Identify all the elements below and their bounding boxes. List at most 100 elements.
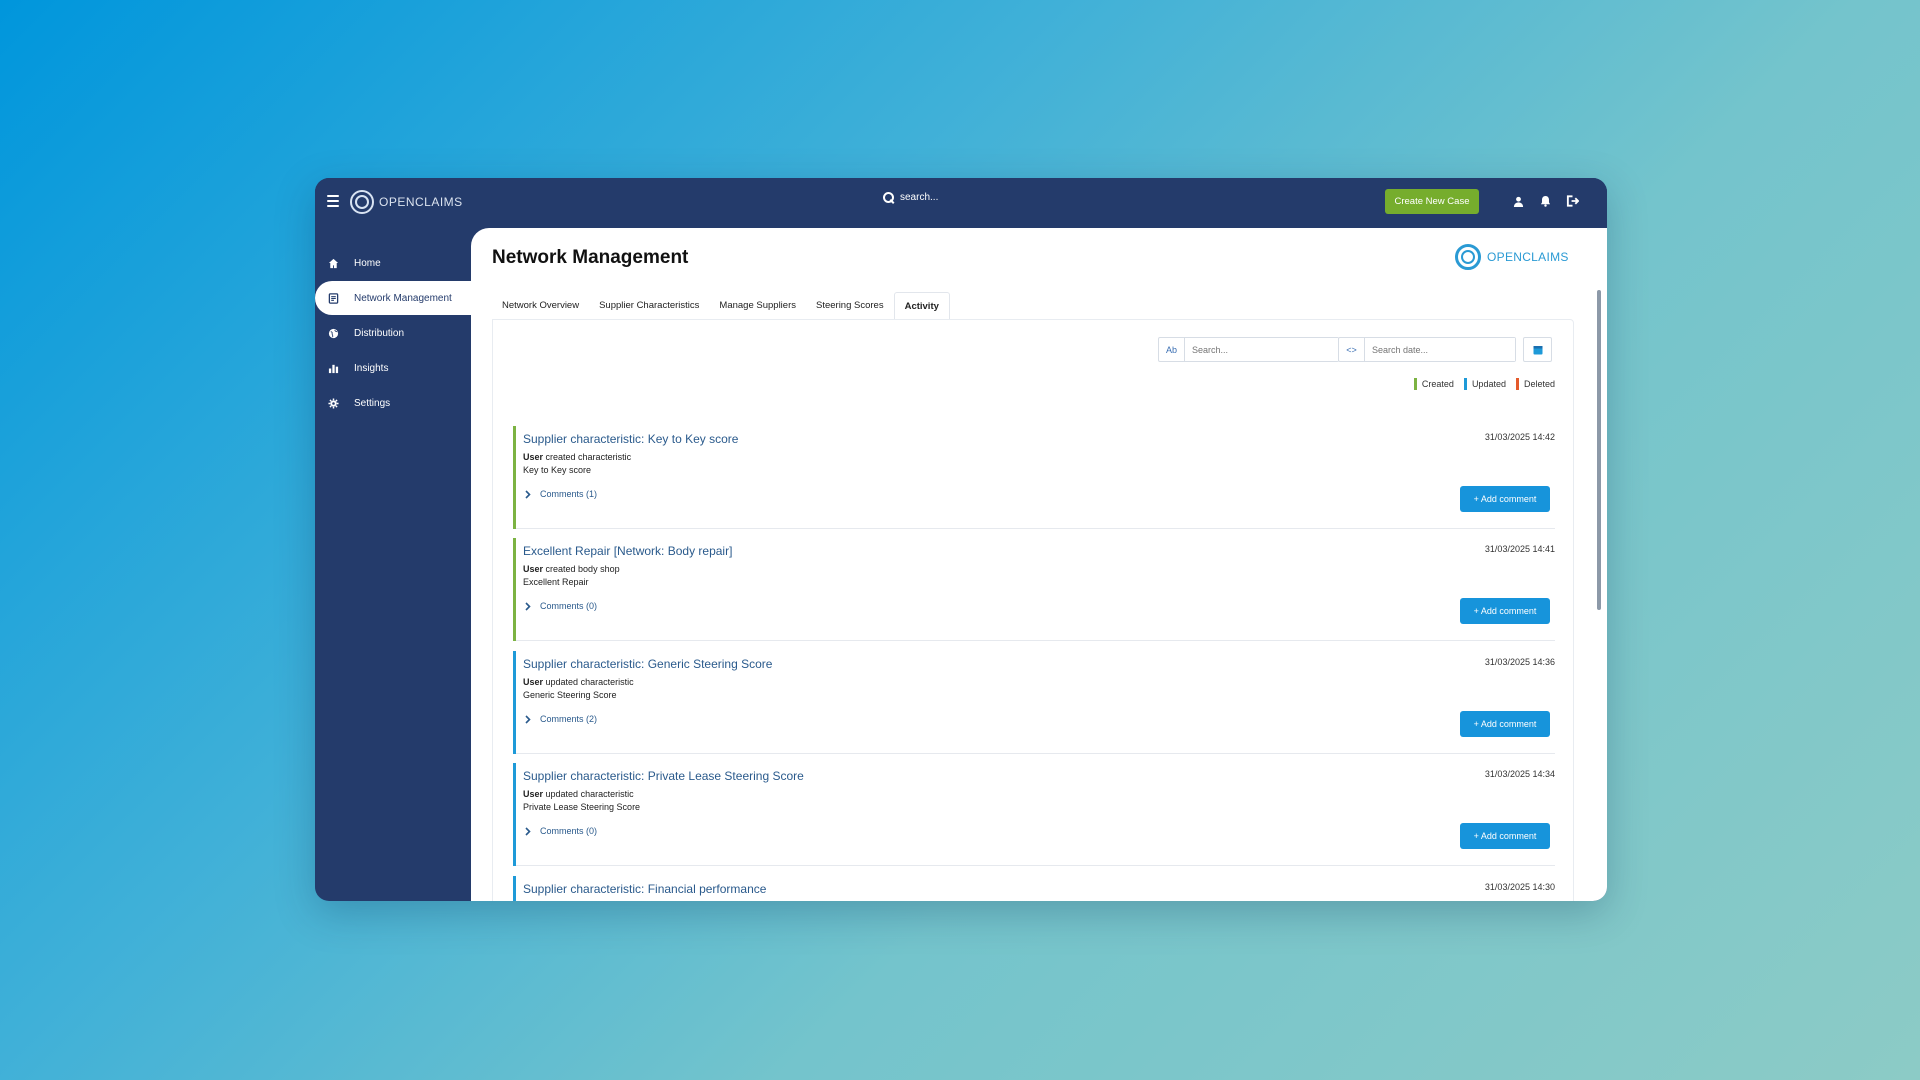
- sidebar-item-settings[interactable]: Settings: [315, 386, 471, 420]
- activity-item: Supplier characteristic: Private Lease S…: [513, 763, 1555, 866]
- main-content: Network Management OPENCLAIMS Network Ov…: [471, 228, 1607, 901]
- document-icon: [325, 290, 341, 306]
- comments-label: Comments (2): [540, 714, 598, 724]
- tab-steering-scores[interactable]: Steering Scores: [806, 292, 894, 319]
- activity-action: updated characteristic: [545, 677, 634, 687]
- sidebar-item-label: Distribution: [354, 327, 405, 339]
- comments-toggle[interactable]: Comments (1): [523, 489, 597, 499]
- activity-title[interactable]: Supplier characteristic: Private Lease S…: [523, 769, 804, 783]
- search-input[interactable]: [1185, 338, 1338, 361]
- search-icon: [883, 192, 894, 203]
- activity-title[interactable]: Excellent Repair [Network: Body repair]: [523, 544, 732, 558]
- home-icon: [325, 255, 341, 271]
- activity-action: updated characteristic: [545, 789, 634, 799]
- activity-panel: Ab <> Created Updated Deleted Supplier c…: [492, 319, 1574, 901]
- activity-user: User: [523, 789, 544, 799]
- chevron-right-icon: [523, 826, 532, 836]
- comments-toggle[interactable]: Comments (0): [523, 826, 597, 836]
- text-filter-icon: Ab: [1159, 338, 1185, 361]
- activity-date: 31/03/2025 14:41: [1484, 544, 1555, 554]
- gear-icon: [325, 395, 341, 411]
- page-title: Network Management: [492, 247, 689, 268]
- logout-icon[interactable]: [1564, 193, 1580, 209]
- comments-toggle[interactable]: Comments (0): [523, 601, 597, 611]
- activity-description: User updated characteristic: [523, 677, 634, 687]
- tab-manage-suppliers[interactable]: Manage Suppliers: [709, 292, 806, 319]
- activity-detail: Key to Key score: [523, 465, 592, 475]
- activity-detail: Private Lease Steering Score: [523, 802, 641, 812]
- sidebar-item-label: Network Management: [354, 292, 452, 304]
- activity-date: 31/03/2025 14:36: [1484, 657, 1555, 667]
- tab-activity[interactable]: Activity: [893, 292, 950, 319]
- activity-title[interactable]: Supplier characteristic: Key to Key scor…: [523, 432, 738, 446]
- updated-color-swatch: [1463, 378, 1467, 390]
- sidebar: Home Network Management Distribution Ins…: [315, 228, 471, 901]
- add-comment-button[interactable]: + Add comment: [1460, 823, 1550, 849]
- activity-date: 31/03/2025 14:30: [1484, 882, 1555, 892]
- sidebar-item-label: Insights: [354, 362, 389, 374]
- app-window: OPENCLAIMS search... Create New Case Hom…: [315, 178, 1607, 901]
- activity-user: User: [523, 677, 544, 687]
- sidebar-item-network-management[interactable]: Network Management: [315, 281, 471, 315]
- legend-updated: Updated: [1463, 378, 1506, 390]
- add-comment-button[interactable]: + Add comment: [1460, 486, 1550, 512]
- activity-date: 31/03/2025 14:42: [1484, 432, 1555, 442]
- activity-detail: Generic Steering Score: [523, 690, 617, 700]
- add-comment-button[interactable]: + Add comment: [1460, 598, 1550, 624]
- text-search-filter: Ab: [1158, 337, 1339, 362]
- activity-date: 31/03/2025 14:34: [1484, 769, 1555, 779]
- date-search-filter: <>: [1338, 337, 1516, 362]
- tab-bar: Network Overview Supplier Characteristic…: [492, 292, 950, 319]
- activity-action: created body shop: [545, 564, 620, 574]
- add-comment-button[interactable]: + Add comment: [1460, 711, 1550, 737]
- activity-action: created characteristic: [545, 452, 632, 462]
- activity-user: User: [523, 452, 544, 462]
- created-color-swatch: [1413, 378, 1417, 390]
- comments-label: Comments (0): [540, 826, 598, 836]
- sidebar-item-distribution[interactable]: Distribution: [315, 316, 471, 350]
- deleted-color-swatch: [1515, 378, 1519, 390]
- activity-description: User created body shop: [523, 564, 620, 574]
- brand-logo: OPENCLAIMS: [1455, 244, 1569, 270]
- openclaims-logo-icon: [350, 190, 374, 214]
- activity-title[interactable]: Supplier characteristic: Generic Steerin…: [523, 657, 772, 671]
- calendar-button[interactable]: [1523, 337, 1552, 362]
- top-bar: OPENCLAIMS search... Create New Case: [315, 178, 1607, 228]
- app-logo-text: OPENCLAIMS: [379, 195, 463, 209]
- tab-network-overview[interactable]: Network Overview: [492, 292, 589, 319]
- sidebar-item-home[interactable]: Home: [315, 246, 471, 280]
- comments-label: Comments (0): [540, 601, 598, 611]
- menu-icon[interactable]: [327, 195, 339, 207]
- openclaims-logo-icon: [1455, 244, 1481, 270]
- global-search[interactable]: search...: [883, 192, 938, 203]
- comments-toggle[interactable]: Comments (2): [523, 714, 597, 724]
- activity-item: Supplier characteristic: Financial perfo…: [513, 876, 1555, 901]
- legend-deleted: Deleted: [1515, 378, 1555, 390]
- bar-chart-icon: [325, 360, 341, 376]
- vertical-scrollbar[interactable]: [1597, 290, 1601, 610]
- activity-title[interactable]: Supplier characteristic: Financial perfo…: [523, 882, 766, 896]
- date-search-input[interactable]: [1365, 338, 1515, 361]
- tab-supplier-characteristics[interactable]: Supplier Characteristics: [589, 292, 709, 319]
- activity-item: Supplier characteristic: Key to Key scor…: [513, 426, 1555, 529]
- globe-icon: [325, 325, 341, 341]
- activity-item: Excellent Repair [Network: Body repair] …: [513, 538, 1555, 641]
- activity-legend: Created Updated Deleted: [1413, 378, 1555, 390]
- sidebar-item-label: Home: [354, 257, 381, 269]
- calendar-icon: [1533, 345, 1542, 354]
- chevron-right-icon: [523, 489, 532, 499]
- sidebar-item-insights[interactable]: Insights: [315, 351, 471, 385]
- global-search-placeholder[interactable]: search...: [900, 192, 938, 203]
- activity-item: Supplier characteristic: Generic Steerin…: [513, 651, 1555, 754]
- bell-icon[interactable]: [1537, 193, 1553, 209]
- chevron-right-icon: [523, 601, 532, 611]
- activity-description: User updated characteristic: [523, 789, 634, 799]
- create-new-case-button[interactable]: Create New Case: [1385, 189, 1479, 214]
- activity-description: User created characteristic: [523, 452, 631, 462]
- chevron-right-icon: [523, 714, 532, 724]
- user-icon[interactable]: [1510, 193, 1526, 209]
- comments-label: Comments (1): [540, 489, 598, 499]
- brand-logo-text: OPENCLAIMS: [1487, 250, 1569, 264]
- activity-detail: Excellent Repair: [523, 577, 589, 587]
- legend-created: Created: [1413, 378, 1454, 390]
